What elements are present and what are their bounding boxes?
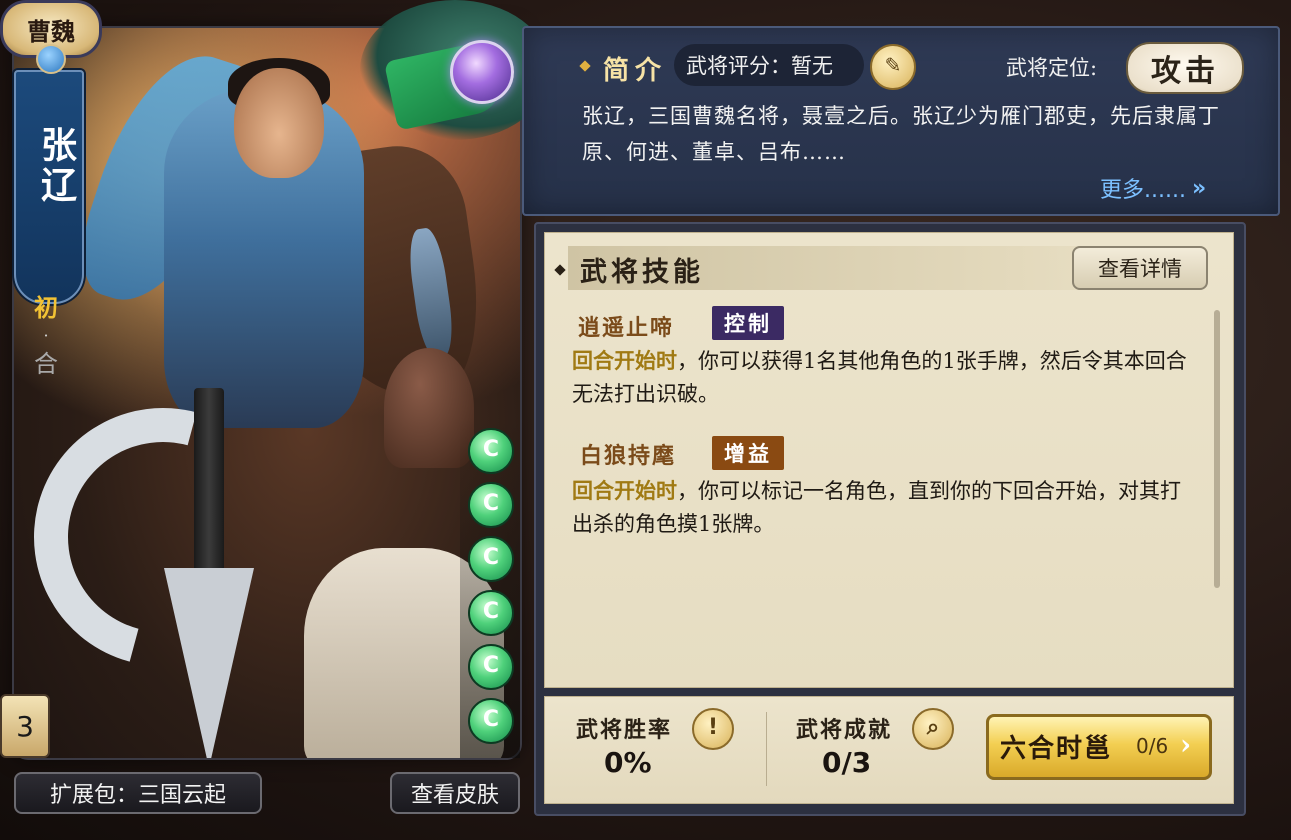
achievement-label: 武将成就 bbox=[796, 717, 893, 743]
kingdom-gem-icon bbox=[36, 44, 66, 74]
rating-label: 武将评分：暂无 bbox=[674, 44, 864, 86]
view-skins-button[interactable]: 查看皮肤 bbox=[390, 772, 520, 814]
hero-tag-primary: 初 bbox=[34, 293, 58, 322]
spear-tip-art bbox=[164, 568, 254, 758]
skill-2-tag: 增益 bbox=[712, 436, 784, 470]
chevron-right-icon: › bbox=[1180, 728, 1192, 761]
achievement-value: 0/3 bbox=[822, 746, 872, 779]
skill-2-name[interactable]: 白狼持麾 bbox=[580, 438, 676, 470]
purple-orb-icon[interactable] bbox=[450, 40, 514, 104]
skills-scrollbar[interactable] bbox=[1214, 310, 1220, 588]
skill-1-trigger: 回合开始时 bbox=[572, 348, 677, 373]
win-rate-label: 武将胜率 bbox=[576, 717, 673, 743]
skill-1-description: 回合开始时，你可以获得1名其他角色的1张手牌，然后令其本回合无法打出识破。 bbox=[572, 344, 1196, 411]
more-link[interactable]: 更多...... » bbox=[1100, 172, 1206, 204]
note-icon[interactable]: ✎ bbox=[870, 44, 916, 90]
hp-pip-icon: C bbox=[468, 536, 514, 582]
stats-divider bbox=[766, 712, 767, 786]
hero-tag-separator: · bbox=[43, 326, 49, 345]
sixhe-count: 0/6 bbox=[1136, 734, 1169, 758]
rarity-level-badge: 3 bbox=[0, 694, 50, 758]
skill-2-description: 回合开始时，你可以标记一名角色，直到你的下回合开始，对其打出杀的角色摸1张牌。 bbox=[572, 474, 1196, 541]
more-link-label: 更多...... bbox=[1100, 178, 1186, 203]
hp-pip-icon: C bbox=[468, 590, 514, 636]
hero-tag-secondary: 合 bbox=[34, 350, 58, 378]
view-details-button[interactable]: 查看详情 bbox=[1072, 246, 1208, 290]
win-rate-value: 0% bbox=[604, 746, 652, 779]
intro-description: 张辽，三国曹魏名将，聂壹之后。张辽少为雁门郡吏，先后隶属丁原、何进、董卓、吕布…… bbox=[582, 104, 1220, 164]
skill-1-name[interactable]: 逍遥止啼 bbox=[578, 310, 674, 342]
role-label: 武将定位: bbox=[1006, 56, 1098, 80]
skills-title: 武将技能 bbox=[580, 257, 704, 288]
skill-2-trigger: 回合开始时 bbox=[572, 478, 677, 503]
hp-pip-icon: C bbox=[468, 698, 514, 744]
intro-title: 简介 bbox=[603, 56, 668, 86]
skill-1-tag: 控制 bbox=[712, 306, 784, 340]
role-badge: 攻击 bbox=[1126, 42, 1244, 94]
expansion-pack-button[interactable]: 扩展包：三国云起 bbox=[14, 772, 262, 814]
hp-pip-icon: C bbox=[468, 428, 514, 474]
sixhe-label: 六合时邕 bbox=[1000, 734, 1113, 764]
hp-pip-icon: C bbox=[468, 644, 514, 690]
hp-pip-icon: C bbox=[468, 482, 514, 528]
hero-name: 张辽 bbox=[35, 126, 77, 206]
exclamation-icon[interactable]: ! bbox=[692, 708, 734, 750]
double-chevron-right-icon: » bbox=[1191, 175, 1207, 201]
spear-shaft-art bbox=[194, 388, 224, 588]
magnifier-icon[interactable]: ⌕ bbox=[912, 708, 954, 750]
hero-head-art bbox=[234, 68, 324, 178]
